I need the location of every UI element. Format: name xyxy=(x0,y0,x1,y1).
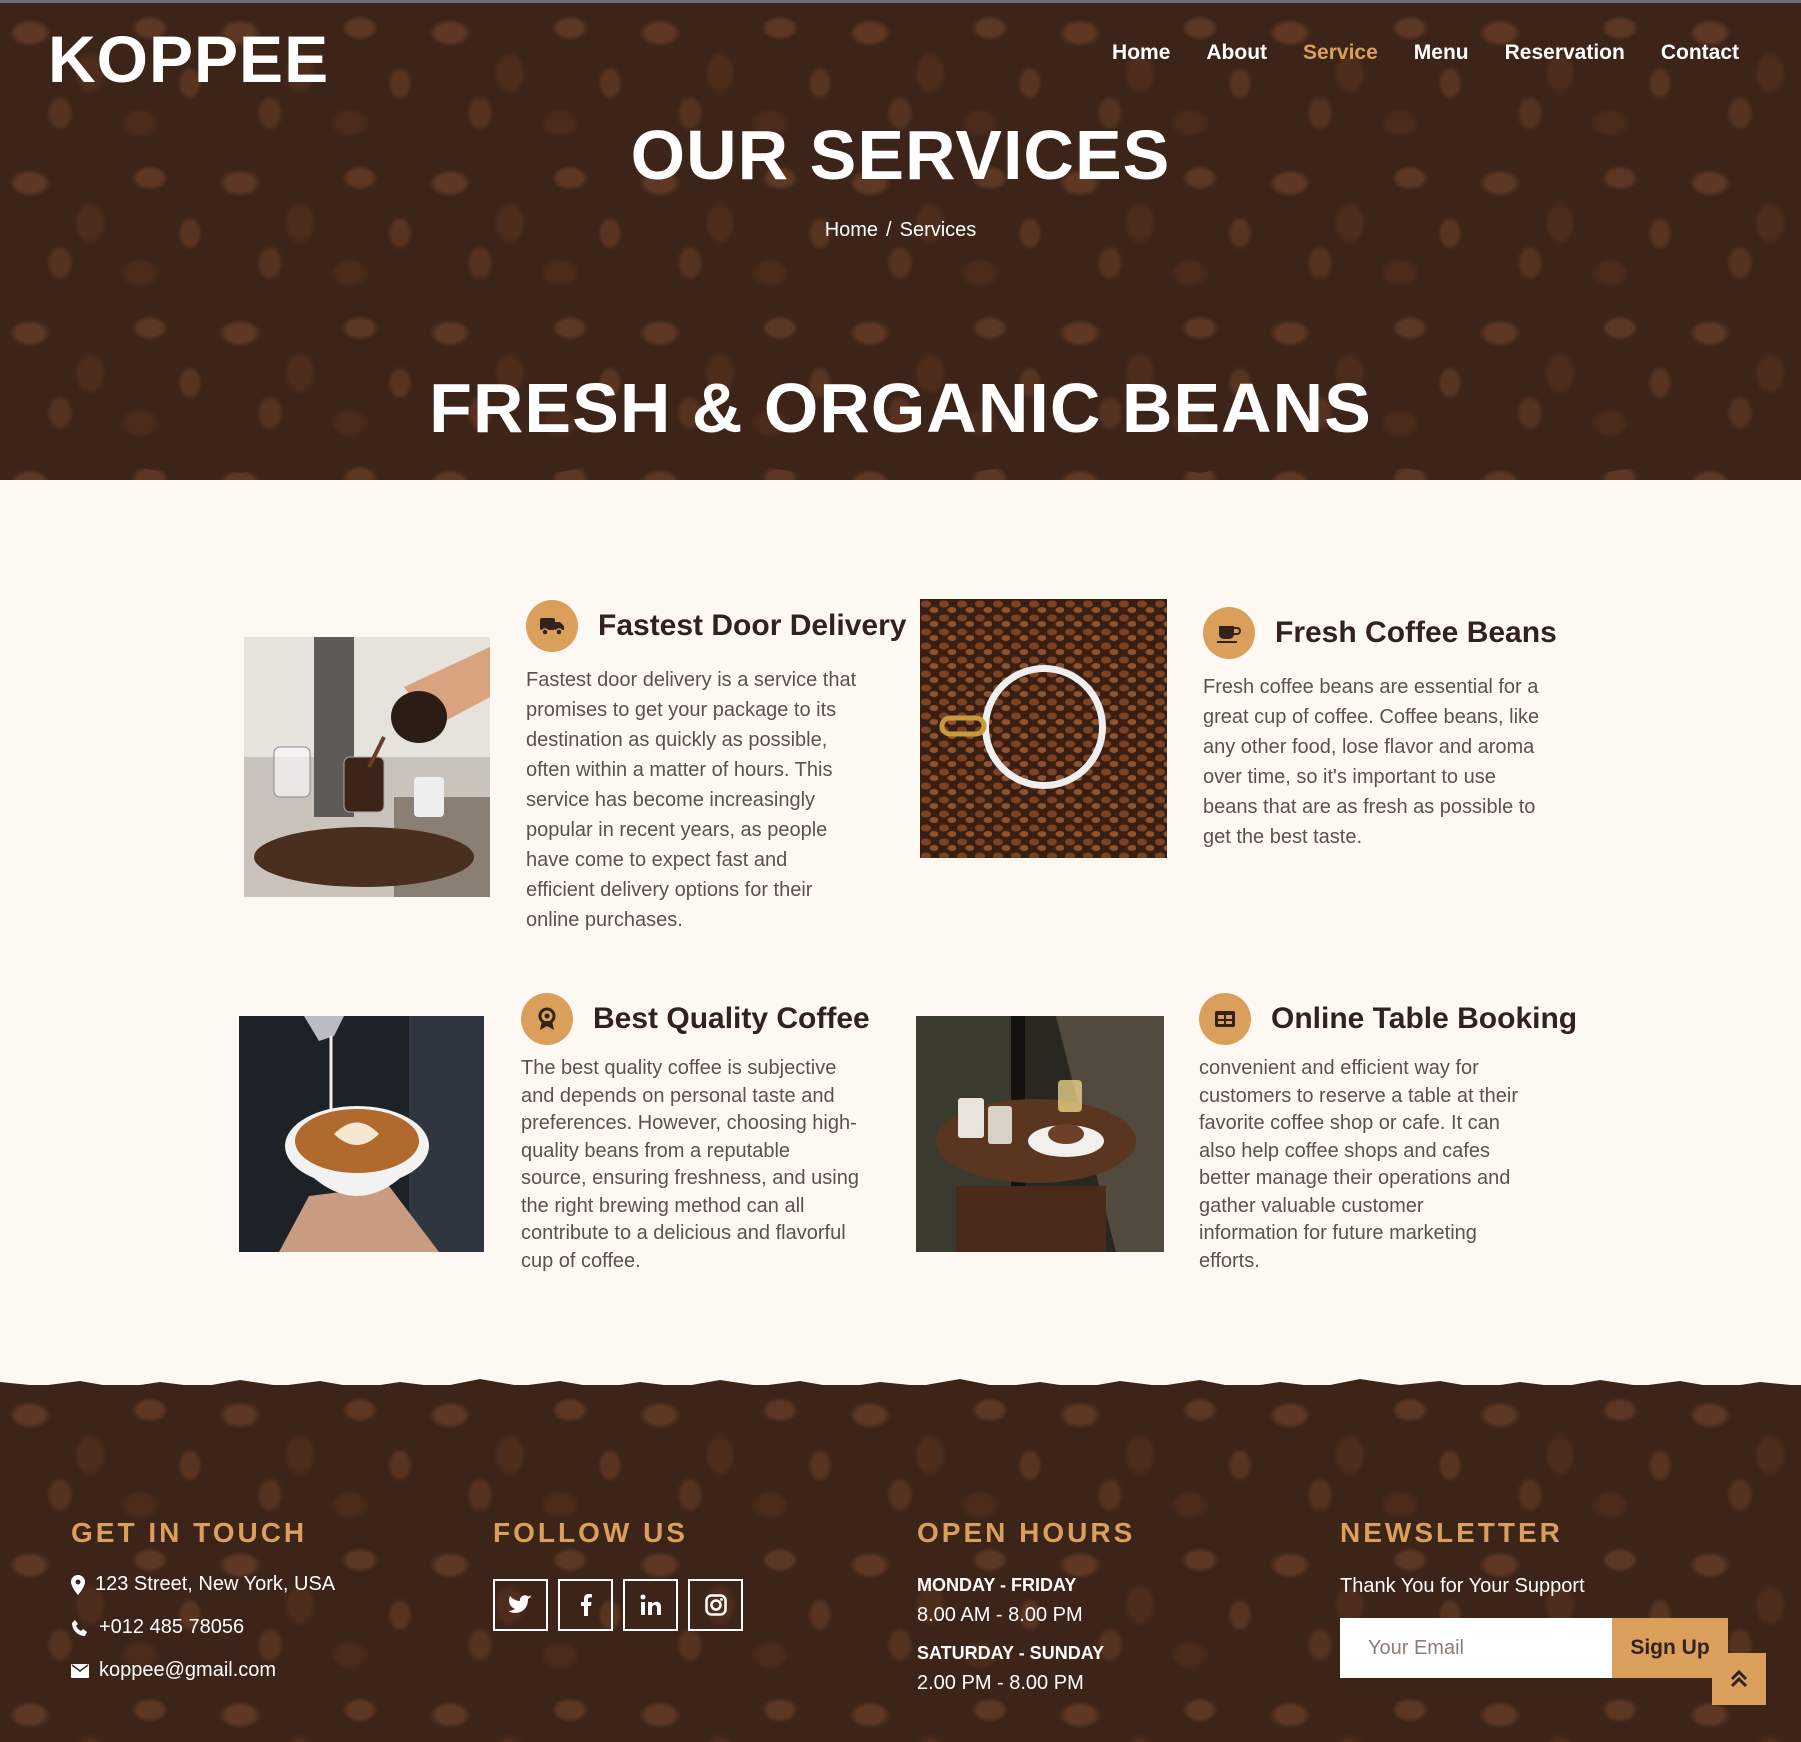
cafe-table-photo xyxy=(916,1016,1164,1252)
table-icon xyxy=(1199,993,1251,1045)
map-pin-icon xyxy=(71,1574,85,1595)
footer-hours: OPEN HOURS MONDAY - FRIDAY 8.00 AM - 8.0… xyxy=(917,1517,1135,1695)
nav-reservation[interactable]: Reservation xyxy=(1505,41,1625,65)
facebook-icon[interactable] xyxy=(558,1579,613,1631)
hours-weekday-label: MONDAY - FRIDAY xyxy=(917,1575,1077,1595)
breadcrumb-current: Services xyxy=(899,219,977,241)
footer-contact: GET IN TOUCH 123 Street, New York, USA +… xyxy=(71,1517,335,1682)
email-field[interactable] xyxy=(1340,1618,1612,1678)
nav-menu[interactable]: Menu xyxy=(1414,41,1469,65)
hours-weekend-label: SATURDAY - SUNDAY xyxy=(917,1643,1105,1663)
envelope-icon xyxy=(71,1663,89,1678)
footer-heading: GET IN TOUCH xyxy=(71,1517,308,1548)
nav-home[interactable]: Home xyxy=(1112,41,1170,65)
footer-follow: FOLLOW US xyxy=(493,1517,743,1631)
footer-heading: OPEN HOURS xyxy=(917,1517,1136,1548)
phone-icon xyxy=(72,1619,87,1636)
nav-service[interactable]: Service xyxy=(1303,41,1378,65)
service-title: Fastest Door Delivery xyxy=(598,609,907,642)
coffee-beans-cup-photo xyxy=(920,599,1167,858)
service-description: convenient and efficient way for custome… xyxy=(1199,1057,1519,1272)
newsletter-text: Thank You for Your Support xyxy=(1340,1575,1585,1597)
back-to-top-button[interactable] xyxy=(1712,1653,1766,1705)
linkedin-icon[interactable] xyxy=(623,1579,678,1631)
section-title: FRESH & ORGANIC BEANS xyxy=(429,369,1372,447)
email-text[interactable]: koppee@gmail.com xyxy=(99,1659,276,1682)
breadcrumb-separator: / xyxy=(886,219,892,241)
coffee-pouring-photo xyxy=(244,637,490,897)
footer-newsletter: NEWSLETTER Thank You for Your Support Si… xyxy=(1340,1517,1728,1678)
breadcrumb-home[interactable]: Home xyxy=(825,219,878,241)
coffee-cup-icon xyxy=(1203,607,1255,659)
twitter-icon[interactable] xyxy=(493,1579,548,1631)
main-nav: Home About Service Menu Reservation Cont… xyxy=(1112,41,1739,65)
breadcrumb: Home / Services xyxy=(0,219,1801,242)
double-chevron-up-icon xyxy=(1730,1669,1748,1688)
service-description: Fastest door delivery is a service that … xyxy=(526,669,857,931)
service-title: Fresh Coffee Beans xyxy=(1275,616,1557,649)
nav-about[interactable]: About xyxy=(1206,41,1267,65)
hours-weekend-time: 2.00 PM - 8.00 PM xyxy=(917,1672,1084,1694)
latte-art-photo xyxy=(239,1016,484,1252)
service-title: Online Table Booking xyxy=(1271,1002,1578,1035)
phone-text: +012 485 78056 xyxy=(99,1616,245,1638)
torn-edge-top xyxy=(0,455,1801,474)
page-title: OUR SERVICES xyxy=(630,116,1171,194)
nav-contact[interactable]: Contact xyxy=(1661,41,1739,65)
logo[interactable]: KOPPEE xyxy=(48,21,329,97)
service-title: Best Quality Coffee xyxy=(593,1002,870,1035)
service-description: The best quality coffee is subjective an… xyxy=(521,1057,859,1272)
footer-heading: NEWSLETTER xyxy=(1340,1517,1563,1548)
footer-heading: FOLLOW US xyxy=(493,1517,688,1548)
newsletter-form: Sign Up xyxy=(1340,1618,1728,1678)
service-description: Fresh coffee beans are essential for a g… xyxy=(1203,676,1540,848)
truck-icon xyxy=(526,600,578,652)
hours-weekday-time: 8.00 AM - 8.00 PM xyxy=(917,1604,1083,1626)
instagram-icon[interactable] xyxy=(688,1579,743,1631)
hero-header: KOPPEE Home About Service Menu Reservati… xyxy=(0,0,1801,480)
award-icon xyxy=(521,993,573,1045)
address-text: 123 Street, New York, USA xyxy=(95,1573,336,1595)
sign-up-button[interactable]: Sign Up xyxy=(1612,1618,1728,1678)
